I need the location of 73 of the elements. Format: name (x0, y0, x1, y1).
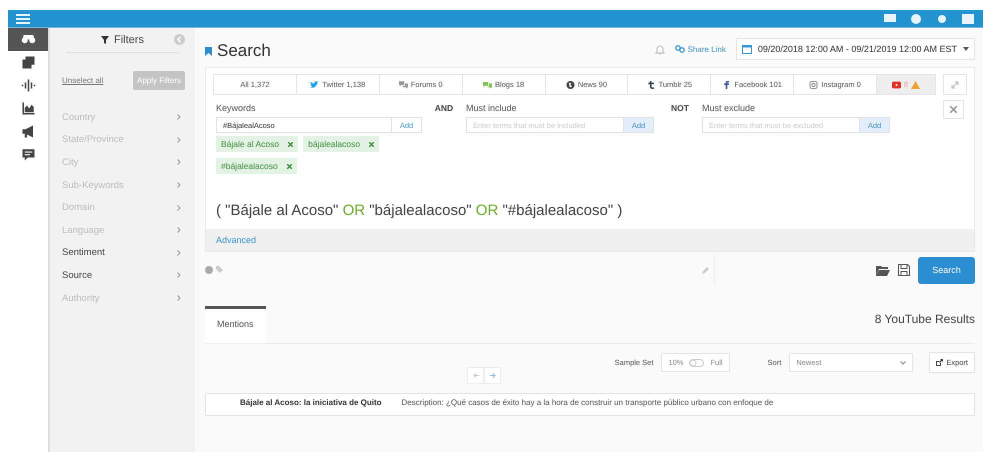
video-icon (892, 80, 901, 88)
filter-item[interactable]: Source (60, 264, 185, 287)
chevron-icon (177, 295, 181, 302)
tag-icon[interactable] (216, 266, 223, 273)
link-icon (674, 45, 685, 53)
advanced-link[interactable]: Advanced (216, 235, 256, 245)
megaphone-icon (20, 124, 36, 139)
must-exclude-label: Must exclude (702, 103, 756, 113)
chevron-icon (177, 227, 181, 234)
close-icon (950, 106, 957, 113)
share-link[interactable]: Share Link (674, 44, 726, 54)
toggle-icon (689, 358, 704, 366)
bird-icon (310, 80, 320, 88)
chat-icon (482, 80, 492, 88)
chevron-icon (177, 204, 181, 211)
remove-icon[interactable] (286, 164, 292, 168)
chevron-icon (177, 159, 181, 166)
chevron-icon (177, 136, 181, 143)
results-count: 8 YouTube Results (874, 312, 975, 326)
nav-item[interactable] (8, 28, 48, 51)
previous-page-button[interactable] (467, 367, 484, 384)
date-range-picker[interactable]: 09/20/2018 12:00 AM - 09/21/2019 12:00 AM EST (736, 38, 975, 60)
external-link-icon (936, 359, 944, 366)
arrow-left-icon (472, 373, 478, 378)
caret-icon (963, 47, 969, 51)
query-text: ( "Bájale al Acoso" OR "bájalealacoso" OR "#bájalealacoso" ) (216, 202, 622, 219)
folder-icon[interactable] (876, 264, 890, 276)
camera-icon (809, 80, 818, 88)
arrow-right-icon (490, 373, 496, 378)
keyword-tag: Bájale al Acoso (216, 136, 298, 152)
comment-icon (20, 147, 36, 162)
chevron-down-icon (900, 360, 906, 364)
keyword-tag: #bájalealacoso (216, 158, 297, 174)
next-page-button[interactable] (484, 367, 501, 384)
result-description: Description: ¿Qué casos de éxito hay a la hora de construir un transporte público urbano con enfoque de (402, 398, 774, 407)
tumblr-icon (646, 80, 656, 88)
clear-button[interactable] (943, 100, 964, 119)
not-operator: NOT (671, 103, 689, 113)
keywords-label: Keywords (216, 103, 257, 113)
chevron-icon (177, 272, 181, 278)
facebook-icon (722, 80, 732, 88)
forum-icon (398, 80, 408, 88)
result-title: Bájale al Acoso: la iniciativa de Quito (240, 398, 382, 407)
mentions-tab[interactable]: Mentions (205, 306, 266, 343)
warning-icon (911, 80, 920, 88)
page-title: Search (217, 41, 271, 61)
result-row[interactable]: Bájale al Acoso: la iniciativa de Quito Description: ¿Qué casos de éxito hay a la hora de construir un transporte público urbano con enfoque de (205, 393, 975, 416)
menu-icon[interactable] (16, 14, 30, 24)
chevron-icon (177, 182, 181, 188)
copy-icon (20, 55, 36, 70)
collapse-button[interactable] (943, 74, 967, 95)
chevron-icon (177, 114, 181, 120)
globe-icon (566, 80, 575, 88)
and-operator: AND (434, 103, 454, 113)
wave-icon (20, 78, 36, 93)
remove-icon[interactable] (369, 142, 374, 146)
search-button[interactable]: Search (918, 256, 975, 284)
calendar-icon (742, 44, 752, 54)
chevron-icon (177, 250, 181, 256)
must-include-label: Must include (466, 103, 518, 113)
pencil-icon[interactable] (702, 266, 710, 274)
bookmark-icon (205, 46, 212, 56)
remove-icon[interactable] (288, 142, 294, 146)
compress-icon (951, 80, 959, 88)
bell-icon[interactable] (654, 44, 665, 54)
keyword-tag: bájalealacoso (303, 136, 380, 152)
filters-title: Filters (114, 34, 144, 46)
unselect-all-link[interactable]: Unselect all (62, 76, 104, 85)
save-icon[interactable] (898, 264, 910, 276)
chart-icon (20, 101, 36, 116)
filter-item[interactable]: Sentiment (60, 242, 185, 264)
collapse-icon[interactable] (174, 34, 185, 45)
filter-icon (101, 36, 110, 44)
